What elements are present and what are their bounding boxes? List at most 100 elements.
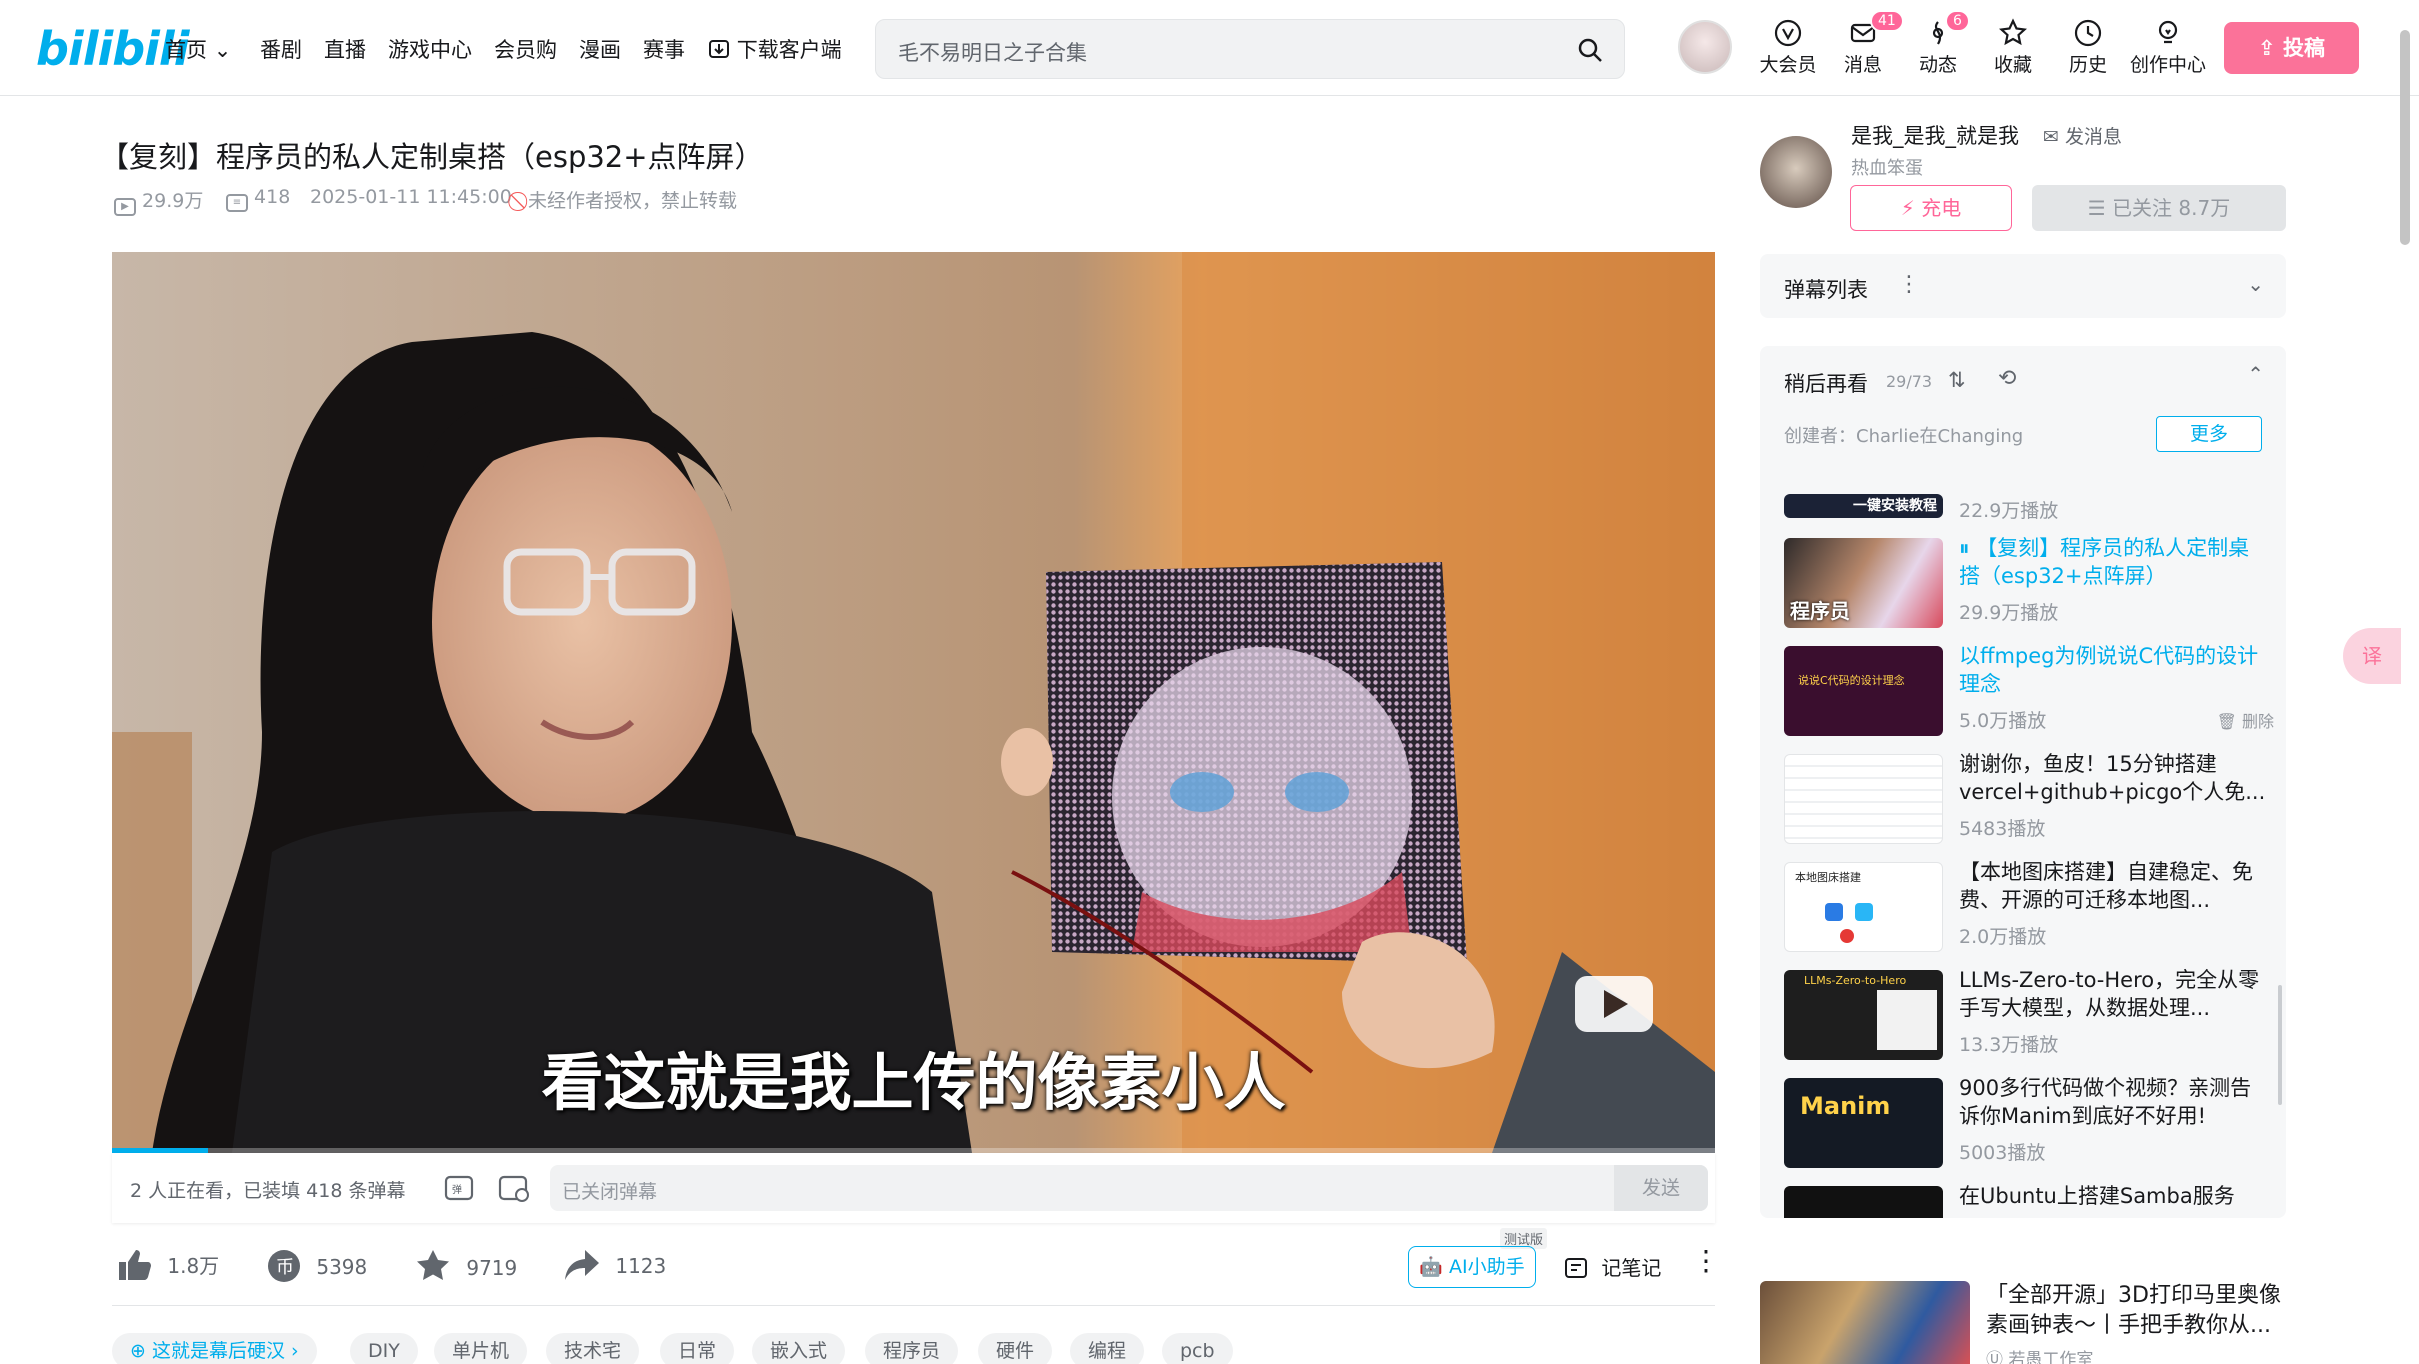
tag-item[interactable]: 技术宅 [546, 1333, 640, 1364]
nav-live[interactable]: 直播 [324, 34, 366, 64]
video-player[interactable]: 看这就是我上传的像素小人 [112, 252, 1715, 1153]
video-title-link[interactable]: ⏸ 【复刻】程序员的私人定制桌搭（esp32+点阵屏） [1959, 534, 2269, 590]
tag-item[interactable]: 日常 [660, 1333, 735, 1364]
video-title-link[interactable]: 谢谢你，鱼皮！15分钟搭建vercel+github+picgo个人免... [1959, 750, 2269, 806]
share-button[interactable]: 1123 [563, 1248, 666, 1282]
chevron-right-icon: › [284, 1340, 299, 1362]
nav-mall[interactable]: 会员购 [494, 34, 557, 64]
nav-game[interactable]: 游戏中心 [388, 34, 472, 64]
header-creator[interactable]: 创作中心 [2128, 18, 2208, 77]
upload-icon: ⇪ [2258, 36, 2283, 60]
mail-icon: ✉ [2043, 126, 2065, 148]
danmaku-send-button[interactable]: 发送 [1614, 1165, 1708, 1211]
play-count: 22.9万播放 [1959, 500, 2059, 522]
tag-item[interactable]: 嵌入式 [752, 1333, 846, 1364]
nav-download[interactable]: 下载客户端 [708, 34, 842, 64]
loop-icon[interactable]: ⟲ [1998, 366, 2016, 391]
send-message-link[interactable]: ✉ 发消息 [2043, 122, 2122, 149]
nav-match[interactable]: 赛事 [643, 34, 685, 64]
favorite-button[interactable]: 9719 [414, 1248, 517, 1284]
search-icon[interactable] [1576, 36, 1604, 64]
user-avatar[interactable] [1678, 20, 1732, 74]
tag-topic[interactable]: ⊕ 这就是幕后硬汉 › [112, 1333, 317, 1364]
header-message[interactable]: 消息 41 [1828, 10, 1904, 77]
coin-button[interactable]: 币 5398 [266, 1248, 367, 1284]
recommended-video[interactable]: 「全部开源」3D打印马里奥像素画钟表～丨手把手教你从... Ⓤ 若愚工作室 [1760, 1281, 2286, 1364]
danmaku-count: ≡ 418 [226, 186, 290, 212]
header-history[interactable]: 历史 [2053, 18, 2123, 77]
uploader-link[interactable]: Ⓤ 若愚工作室 [1986, 1345, 2093, 1364]
tag-item[interactable]: 编程 [1070, 1333, 1145, 1364]
nav-anime[interactable]: 番剧 [260, 34, 302, 64]
translate-float-button[interactable]: 译 [2343, 628, 2401, 684]
chevron-down-icon[interactable]: ⌄ [2247, 272, 2264, 296]
search-input[interactable]: 毛不易明日之子合集 [898, 37, 1087, 67]
note-button[interactable]: 记笔记 [1563, 1252, 1661, 1281]
list-item[interactable]: Manim 900多行代码做个视频？亲测告诉你Manim到底好不好用! 5003… [1784, 1076, 2274, 1170]
danmaku-toggle-icon[interactable]: 弹 [444, 1173, 476, 1203]
ai-assistant-button[interactable]: 🤖 AI小助手 [1408, 1246, 1536, 1288]
view-count: ▶ 29.9万 [114, 186, 203, 216]
nav-home[interactable]: 首页 ⌄ [165, 34, 231, 64]
video-thumbnail: 说说C代码的设计理念 [1784, 646, 1943, 736]
more-options-icon[interactable]: ⋮ [1692, 1244, 1720, 1277]
topic-icon: ⊕ [130, 1340, 152, 1362]
like-icon [119, 1250, 151, 1280]
up-icon: Ⓤ [1986, 1350, 2009, 1364]
upload-button[interactable]: ⇪ 投稿 [2224, 22, 2359, 74]
header-vip[interactable]: 大会员 [1753, 18, 1823, 77]
like-button[interactable]: 1.8万 [115, 1248, 219, 1282]
follow-button[interactable]: ☰ 已关注 8.7万 [2032, 185, 2286, 231]
video-title-link[interactable]: 「全部开源」3D打印马里奥像素画钟表～丨手把手教你从... [1986, 1281, 2286, 1341]
play-count: 5003播放 [1959, 1142, 2046, 1164]
chevron-up-icon[interactable]: ⌃ [2247, 362, 2264, 386]
video-thumbnail: 一键安装教程 [1784, 494, 1943, 518]
list-item[interactable]: LLMs-Zero-to-Hero LLMs-Zero-to-Hero，完全从零… [1784, 968, 2274, 1062]
charge-button[interactable]: ⚡ 充电 [1850, 185, 2012, 231]
share-icon [565, 1250, 599, 1280]
list-item[interactable]: 一键安装教程 22.9万播放 [1784, 494, 2274, 530]
danmaku-input[interactable]: 已关闭弹幕 发送 [550, 1165, 1708, 1211]
play-count: 13.3万播放 [1959, 1034, 2059, 1056]
delete-button[interactable]: 🗑 删除 [2217, 708, 2274, 732]
list-scrollbar[interactable] [2278, 985, 2282, 1105]
more-button[interactable]: 更多 [2156, 416, 2262, 452]
list-item-current[interactable]: 程序员 ⏸ 【复刻】程序员的私人定制桌搭（esp32+点阵屏） 29.9万播放 [1784, 536, 2274, 630]
header-favorite[interactable]: 收藏 [1978, 18, 2048, 77]
viewer-count: 2 人正在看，已装填 418 条弹幕 [130, 1180, 406, 1202]
tag-item[interactable]: 程序员 [865, 1333, 959, 1364]
dynamic-badge: 6 [1945, 10, 1970, 32]
danmaku-list-panel[interactable]: 弹幕列表 ⋮ ⌄ [1760, 254, 2286, 318]
page-scrollbar[interactable] [2400, 30, 2410, 245]
tag-item[interactable]: 硬件 [978, 1333, 1053, 1364]
uploader-name[interactable]: 是我_是我_就是我 [1851, 120, 2019, 150]
list-item[interactable]: 在Ubuntu上搭建Samba服务 [1784, 1184, 2274, 1218]
tag-item[interactable]: DIY [350, 1333, 418, 1364]
nav-manga[interactable]: 漫画 [579, 34, 621, 64]
list-item[interactable]: 说说C代码的设计理念 以ffmpeg为例说说C代码的设计理念 5.0万播放 🗑 … [1784, 644, 2274, 738]
top-header: bilibili 首页 ⌄ 番剧 直播 游戏中心 会员购 漫画 赛事 下载客户端… [0, 0, 2419, 96]
chevron-down-icon: ⌄ [213, 38, 232, 62]
video-title-link[interactable]: 以ffmpeg为例说说C代码的设计理念 [1959, 642, 2269, 698]
search-box[interactable]: 毛不易明日之子合集 [875, 19, 1625, 79]
watch-later-panel: 稍后再看 29/73 ⇅ ⟲ ⌃ 创建者：Charlie在Changing 更多… [1760, 346, 2286, 1218]
video-title-link[interactable]: 在Ubuntu上搭建Samba服务 [1959, 1182, 2269, 1210]
video-title-link[interactable]: LLMs-Zero-to-Hero，完全从零手写大模型，从数据处理... [1959, 966, 2269, 1022]
video-thumbnail [1784, 754, 1943, 844]
play-count: 5483播放 [1959, 818, 2046, 840]
more-vertical-icon[interactable]: ⋮ [1898, 272, 1920, 297]
video-title-link[interactable]: 900多行代码做个视频？亲测告诉你Manim到底好不好用! [1959, 1074, 2269, 1130]
list-item[interactable]: 谢谢你，鱼皮！15分钟搭建vercel+github+picgo个人免... 5… [1784, 752, 2274, 846]
sort-icon[interactable]: ⇅ [1948, 368, 1966, 392]
watch-later-title: 稍后再看 [1784, 372, 1868, 396]
tag-item[interactable]: pcb [1162, 1333, 1233, 1364]
toolbar-divider [112, 1305, 1715, 1306]
list-item[interactable]: 本地图床搭建 【本地图床搭建】自建稳定、免费、开源的可迁移本地图... 2.0万… [1784, 860, 2274, 954]
playing-icon: ⏸ [1959, 536, 1977, 560]
tag-item[interactable]: 单片机 [434, 1333, 528, 1364]
header-dynamic[interactable]: 动态 6 [1903, 10, 1973, 77]
video-title-link[interactable]: 【本地图床搭建】自建稳定、免费、开源的可迁移本地图... [1959, 858, 2269, 914]
trash-icon: 🗑 [2216, 712, 2242, 731]
uploader-avatar[interactable] [1760, 136, 1832, 208]
danmaku-settings-icon[interactable] [498, 1173, 530, 1203]
